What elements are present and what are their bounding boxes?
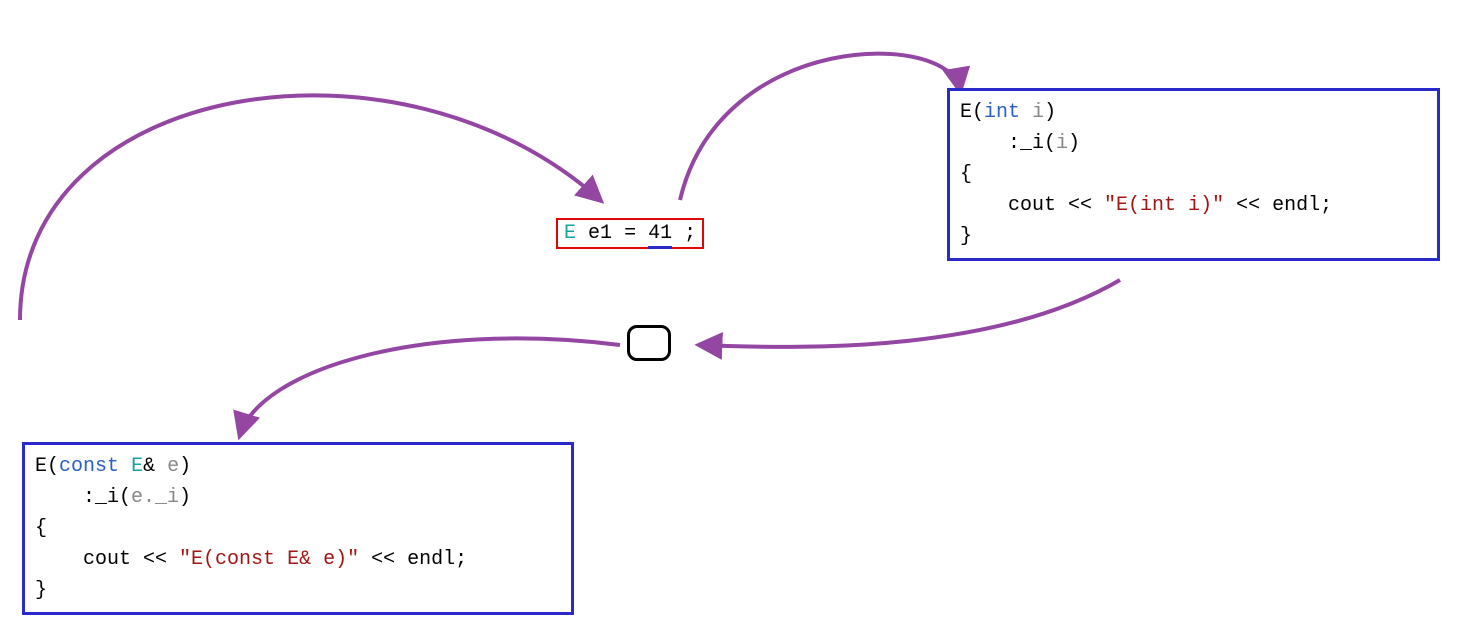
token-equals: = bbox=[624, 222, 636, 245]
arrow-center-to-int-ctor bbox=[680, 54, 960, 200]
arrow-int-ctor-to-node bbox=[700, 280, 1120, 347]
arrow-node-to-copy-ctor bbox=[240, 338, 620, 435]
ctor-copy-line5: } bbox=[35, 575, 561, 606]
ctor-int-line3: { bbox=[960, 159, 1427, 190]
arrow-topleft-to-center bbox=[20, 95, 600, 320]
token-class: E bbox=[564, 222, 576, 245]
ctor-copy-line2: :_i(e._i) bbox=[35, 482, 561, 513]
token-ident: e1 bbox=[588, 222, 612, 245]
constructor-int-box: E(int i) :_i(i) { cout << "E(int i)" << … bbox=[947, 88, 1440, 261]
ctor-int-line5: } bbox=[960, 221, 1427, 252]
ctor-int-line1: E(int i) bbox=[960, 97, 1427, 128]
token-value: 41 bbox=[648, 222, 672, 249]
token-semicolon: ; bbox=[684, 222, 696, 245]
center-statement-box: E e1 = 41 ; bbox=[556, 218, 704, 249]
ctor-copy-line4: cout << "E(const E& e)" << endl; bbox=[35, 544, 561, 575]
ctor-copy-line1: E(const E& e) bbox=[35, 451, 561, 482]
ctor-copy-line3: { bbox=[35, 513, 561, 544]
ctor-int-line2: :_i(i) bbox=[960, 128, 1427, 159]
constructor-copy-box: E(const E& e) :_i(e._i) { cout << "E(con… bbox=[22, 442, 574, 615]
ctor-int-line4: cout << "E(int i)" << endl; bbox=[960, 190, 1427, 221]
temporary-object-node bbox=[627, 325, 671, 361]
